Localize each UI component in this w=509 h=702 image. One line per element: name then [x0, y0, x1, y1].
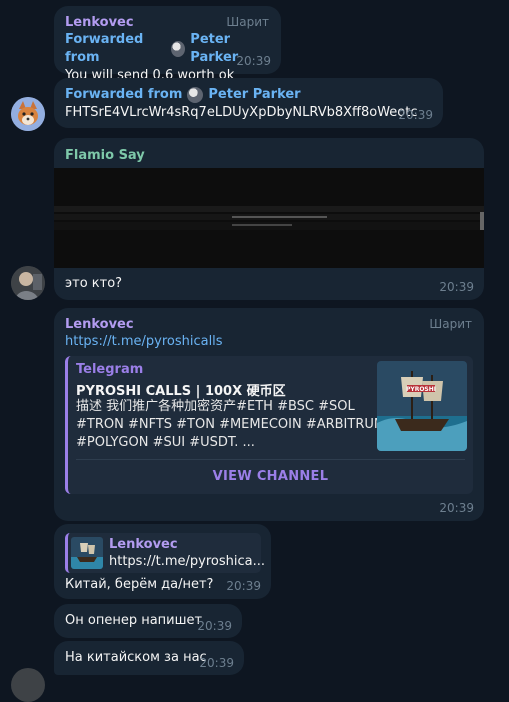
reply-text: https://t.me/pyroshica...	[109, 554, 265, 569]
message-bubble-4[interactable]: Lenkovec Шарит https://t.me/pyroshicalls…	[54, 308, 484, 521]
preview-desc-line: #POLYGON #SUI #USDT. ...	[76, 435, 255, 450]
message-text: Китай, берём да/нет?	[65, 577, 214, 592]
message-time: 20:39	[226, 579, 261, 593]
image-bar	[232, 216, 327, 218]
reply-thumbnail	[71, 537, 103, 569]
link-preview[interactable]: Telegram PYROSHI CALLS | 100X 硬币区 描述 我们推…	[65, 356, 473, 494]
ship-image-icon: PYROSHI	[377, 361, 467, 451]
admin-badge: Шарит	[429, 317, 472, 331]
message-time: 20:39	[439, 280, 474, 294]
forwarded-name[interactable]: Peter Parker	[208, 86, 300, 104]
preview-site-name: Telegram	[76, 362, 144, 377]
sender-name[interactable]: Lenkovec	[65, 316, 473, 333]
message-bubble-6[interactable]: Он опенер напишет 20:39	[54, 604, 242, 638]
message-time: 20:39	[398, 108, 433, 122]
message-bubble-2[interactable]: Forwarded from Peter Parker FHTSrE4VLrcW…	[54, 78, 443, 128]
image-bar	[232, 224, 292, 226]
user-avatar[interactable]	[11, 668, 45, 702]
user-avatar[interactable]	[11, 97, 45, 131]
forwarded-label: Forwarded from	[65, 87, 183, 102]
message-bubble-3[interactable]: Flamio Say это кто? 20:39	[54, 138, 484, 300]
forwarded-avatar	[171, 41, 186, 57]
message-link[interactable]: https://t.me/pyroshicalls	[65, 333, 473, 351]
message-text: это кто?	[65, 276, 123, 291]
person-avatar-icon	[11, 266, 45, 300]
user-avatar[interactable]	[11, 266, 45, 300]
message-time: 20:39	[439, 501, 474, 515]
message-bubble-5[interactable]: Lenkovec https://t.me/pyroshica... Китай…	[54, 524, 271, 599]
message-text: FHTSrE4VLrcWr4sRq7eLDUyXpDbyNLRVb8Xff8oW…	[65, 105, 418, 120]
preview-thumbnail[interactable]: PYROSHI	[377, 361, 467, 451]
image-table-header	[54, 206, 484, 212]
fox-avatar-icon	[11, 97, 45, 131]
reply-sender: Lenkovec	[109, 537, 178, 552]
preview-description: 描述 我们推广各种加密资产#ETH #BSC #SOL #TRON #NFTS …	[76, 398, 385, 452]
message-time: 20:39	[236, 54, 271, 68]
forwarded-header[interactable]: Forwarded from Peter Parker	[65, 86, 432, 104]
message-bubble-7[interactable]: На китайском за нас 20:39	[54, 641, 244, 675]
preview-desc-line: 描述 我们推广各种加密资产#ETH #BSC #SOL	[76, 399, 355, 414]
view-channel-button[interactable]: VIEW CHANNEL	[76, 459, 465, 494]
message-time: 20:39	[199, 656, 234, 670]
svg-text:PYROSHI: PYROSHI	[406, 386, 436, 393]
admin-badge: Шарит	[226, 15, 269, 29]
preview-title: PYROSHI CALLS | 100X 硬币区	[76, 384, 286, 399]
message-bubble-1[interactable]: Lenkovec Шарит Forwarded from Peter Park…	[54, 6, 281, 83]
preview-desc-line: #TRON #NFTS #TON #MEMECOIN #ARBITRUM	[76, 417, 386, 432]
forwarded-avatar	[187, 87, 204, 103]
reply-preview[interactable]: Lenkovec https://t.me/pyroshica...	[65, 533, 265, 573]
image-scrollbar	[480, 212, 484, 230]
message-time: 20:39	[197, 619, 232, 633]
sender-name[interactable]: Flamio Say	[65, 147, 145, 164]
ship-thumb-icon	[71, 537, 103, 569]
forwarded-label: Forwarded from	[65, 32, 144, 65]
screenshot-image[interactable]	[54, 168, 484, 268]
